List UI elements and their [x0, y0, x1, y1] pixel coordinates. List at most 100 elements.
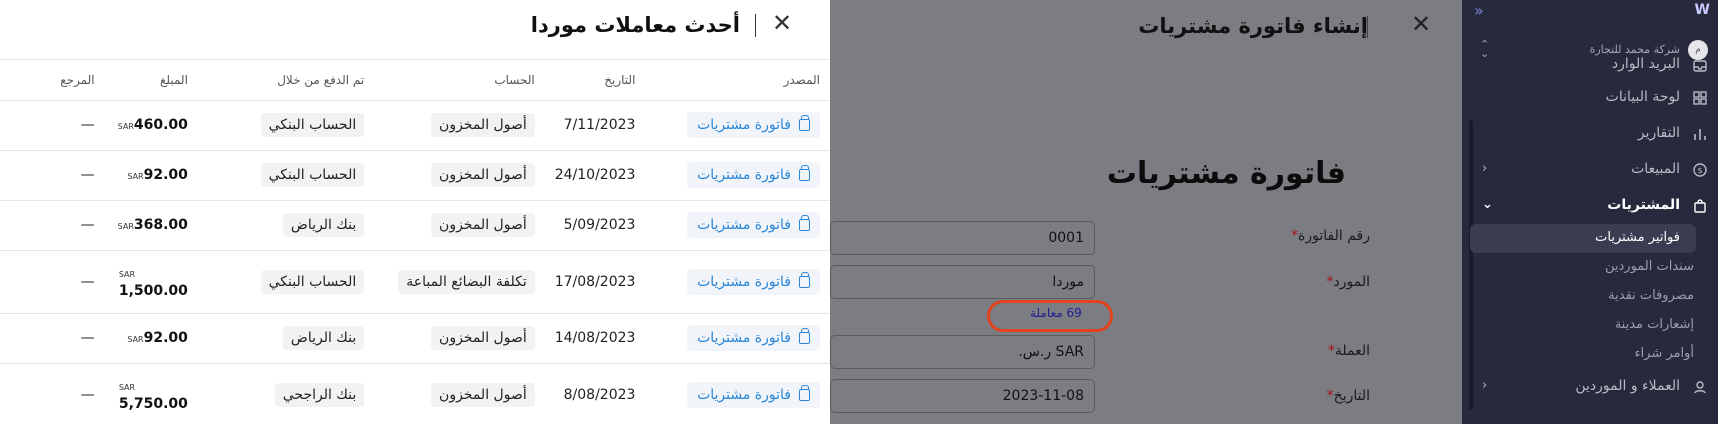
table-row[interactable]: فاتورة مشتريات 5/09/2023 أصول المخزون بن… [0, 200, 830, 251]
column-header-reference[interactable]: المرجع [0, 60, 105, 101]
source-link[interactable]: فاتورة مشتريات [687, 381, 820, 408]
sidebar: « W م شركة محمد للتجارة ⌃ ⌄ البريد الوارد… [1462, 0, 1718, 424]
account-tag: تكلفة البضائع المباعة [398, 269, 535, 294]
payment-account-tag: الحساب البنكي [260, 113, 365, 137]
sidebar-item-dashboard[interactable]: لوحة البيانات [1462, 80, 1718, 116]
date-field[interactable]: 2023-11-08 [830, 379, 1095, 413]
invoice-number-field[interactable]: 0001 [830, 221, 1095, 255]
source-link[interactable]: فاتورة مشتريات [687, 162, 820, 188]
table-row[interactable]: فاتورة مشتريات 14/08/2023 أصول المخزون ب… [0, 313, 830, 364]
sidebar-item-label: البريد الوارد [1611, 56, 1680, 72]
source-link[interactable]: فاتورة مشتريات [687, 268, 820, 295]
sidebar-item-sales[interactable]: $ المبيعات ‹ [1462, 152, 1718, 188]
sidebar-subitem-purchase-invoices[interactable]: فواتير مشتريات [1470, 224, 1696, 253]
amount-cell: SAR92.00 [127, 330, 188, 346]
date-value: 2023-11-08 [1002, 388, 1084, 404]
date-cell: 5/09/2023 [544, 200, 646, 251]
table-row[interactable]: فاتورة مشتريات 24/10/2023 أصول المخزون ا… [0, 150, 830, 201]
bag-icon [799, 115, 810, 131]
account-tag: أصول المخزون [431, 163, 535, 187]
reference-cell: — [0, 150, 105, 201]
sidebar-subitem-label: فواتير مشتريات [1595, 230, 1680, 245]
purchase-invoice-form: ✕ إنشاء فاتورة مشتريات فاتورة مشتريات رق… [830, 0, 1462, 424]
sidebar-item-reports[interactable]: التقارير [1462, 116, 1718, 152]
close-icon[interactable]: ✕ [1411, 10, 1431, 38]
reference-cell: — [0, 363, 105, 424]
bag-icon [799, 271, 810, 288]
sidebar-item-label: لوحة البيانات [1605, 89, 1680, 105]
chart-icon [1694, 129, 1706, 140]
sidebar-item-label: العملاء و الموردين [1575, 378, 1680, 394]
date-label: التاريخ* [1326, 388, 1370, 404]
sidebar-item-label: المشتريات [1607, 197, 1680, 213]
table-row[interactable]: فاتورة مشتريات 7/11/2023 أصول المخزون ال… [0, 100, 830, 151]
sidebar-item-inbox[interactable]: البريد الوارد [1462, 56, 1718, 80]
sidebar-subitem-label: أوامر شراء [1634, 346, 1694, 361]
payment-account-tag: بنك الرياض [282, 326, 365, 350]
supplier-field[interactable]: موردا [830, 265, 1095, 299]
sidebar-item-customers-suppliers[interactable]: العملاء و الموردين ‹ [1462, 369, 1718, 405]
date-cell: 24/10/2023 [544, 150, 646, 201]
amount-cell: SAR460.00 [117, 117, 188, 133]
payment-account-tag: الحساب البنكي [260, 163, 365, 187]
table-row[interactable]: فاتورة مشتريات 17/08/2023 تكلفة البضائع … [0, 250, 830, 314]
payment-account-tag: الحساب البنكي [260, 269, 365, 294]
drawer-header: ✕ أحدث معاملات موردا [0, 0, 830, 60]
account-tag: أصول المخزون [431, 113, 535, 137]
reference-cell: — [0, 313, 105, 364]
source-link[interactable]: فاتورة مشتريات [687, 212, 820, 238]
sidebar-subitem-label: مصروفات نقدية [1608, 288, 1694, 303]
svg-text:$: $ [1697, 166, 1702, 175]
bag-icon [1694, 199, 1706, 213]
transactions-drawer: ✕ أحدث معاملات موردا المصدر التاريخ الحس… [0, 0, 830, 424]
sidebar-subitem-purchase-orders[interactable]: أوامر شراء [1462, 340, 1718, 369]
supplier-value: موردا [1052, 274, 1084, 290]
column-header-date[interactable]: التاريخ [544, 60, 646, 101]
amount-cell: SAR92.00 [127, 167, 188, 183]
transactions-table: المصدر التاريخ الحساب تم الدفع من خلال ا… [0, 60, 830, 424]
currency-icon: $ [1693, 163, 1707, 177]
sidebar-subitem-label: سندات الموردين [1604, 259, 1694, 274]
sidebar-subitem-cash-expenses[interactable]: مصروفات نقدية [1462, 282, 1718, 311]
invoice-header-title: إنشاء فاتورة مشتريات [1138, 14, 1368, 38]
sidebar-subitem-label: إشعارات مدينة [1614, 317, 1694, 332]
amount-cell: SAR 1,500.00 [118, 269, 188, 299]
chevron-down-icon: ⌄ [1482, 197, 1493, 212]
reference-cell: — [0, 100, 105, 151]
source-link[interactable]: فاتورة مشتريات [687, 325, 820, 351]
table-header-row: المصدر التاريخ الحساب تم الدفع من خلال ا… [0, 60, 830, 101]
sidebar-item-purchases[interactable]: المشتريات ⌄ [1462, 188, 1718, 224]
column-header-account[interactable]: الحساب [374, 60, 545, 101]
company-name: شركة محمد للتجارة [1589, 43, 1680, 56]
source-link[interactable]: فاتورة مشتريات [687, 112, 820, 138]
sidebar-subitem-supplier-vouchers[interactable]: سندات الموردين [1462, 253, 1718, 282]
sidebar-menu: البريد الوارد لوحة البيانات التقارير $ ا… [1462, 56, 1718, 405]
sidebar-subitem-debit-notes[interactable]: إشعارات مدينة [1462, 311, 1718, 340]
app-logo: W [1694, 2, 1710, 18]
column-header-source[interactable]: المصدر [645, 60, 830, 101]
reference-cell: — [0, 250, 105, 314]
supplier-label: المورد* [1326, 274, 1370, 290]
account-tag: أصول المخزون [431, 213, 535, 237]
currency-label: العملة* [1327, 343, 1370, 359]
date-cell: 14/08/2023 [544, 313, 646, 364]
sidebar-item-label: التقارير [1637, 125, 1680, 141]
close-icon[interactable]: ✕ [772, 9, 792, 37]
dashboard-icon [1693, 91, 1707, 105]
account-tag: أصول المخزون [431, 382, 535, 407]
amount-cell: SAR368.00 [117, 217, 188, 233]
users-icon [1694, 381, 1706, 394]
invoice-header: ✕ إنشاء فاتورة مشتريات [830, 0, 1462, 56]
bag-icon [799, 165, 810, 181]
payment-account-tag: بنك الراجحي [274, 382, 365, 407]
column-header-amount[interactable]: المبلغ [104, 60, 198, 101]
date-cell: 8/08/2023 [544, 363, 646, 424]
transactions-count-link[interactable]: 69 معاملة [1030, 306, 1082, 320]
double-chevron-left-icon[interactable]: « [1474, 1, 1484, 20]
sidebar-item-label: المبيعات [1631, 161, 1680, 177]
column-header-paid-via[interactable]: تم الدفع من خلال [197, 60, 375, 101]
table-row[interactable]: فاتورة مشتريات 8/08/2023 أصول المخزون بن… [0, 363, 830, 424]
currency-select[interactable]: SAR ر.س. [830, 335, 1095, 369]
chevron-left-icon: ‹ [1482, 161, 1488, 176]
inbox-icon [1693, 60, 1707, 72]
